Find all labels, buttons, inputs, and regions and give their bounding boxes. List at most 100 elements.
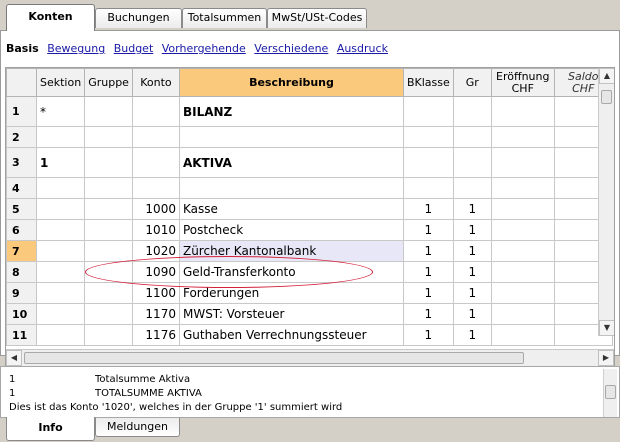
table-row[interactable]: 9 1100 Forderungen 1 1	[6, 282, 613, 304]
table-row[interactable]: 5 1000 Kasse 1 1	[6, 198, 613, 220]
scroll-down-icon[interactable]: ▼	[599, 320, 614, 336]
cell-gr[interactable]: 1	[452, 282, 492, 304]
column-header-bklasse[interactable]: BKlasse	[402, 68, 454, 97]
view-bewegung[interactable]: Bewegung	[47, 42, 105, 55]
scroll-left-icon[interactable]: ◀	[6, 350, 22, 366]
cell-bklasse[interactable]	[402, 147, 454, 178]
cell-beschreibung[interactable]: BILANZ	[178, 96, 404, 127]
tab-konten[interactable]: Konten	[6, 4, 95, 31]
cell-konto[interactable]	[131, 96, 180, 127]
view-budget[interactable]: Budget	[114, 42, 154, 55]
tab-meldungen[interactable]: Meldungen	[95, 418, 180, 437]
view-verschiedene[interactable]: Verschiedene	[254, 42, 328, 55]
vertical-scrollbar[interactable]: ▲ ▼	[598, 68, 614, 336]
cell-gr[interactable]	[452, 147, 492, 178]
row-number[interactable]: 4	[6, 177, 37, 199]
table-row[interactable]: 3 1 AKTIVA	[6, 147, 613, 178]
table-row[interactable]: 1 * BILANZ	[6, 96, 613, 127]
cell-beschreibung[interactable]: Postcheck	[178, 219, 404, 241]
row-number[interactable]: 11	[6, 324, 37, 346]
view-basis[interactable]: Basis	[6, 42, 39, 55]
cell-bklasse[interactable]: 1	[402, 303, 454, 325]
cell-gruppe[interactable]	[84, 261, 133, 283]
cell-gr[interactable]: 1	[452, 324, 492, 346]
cell-eroeffnung[interactable]	[490, 261, 555, 283]
table-row[interactable]: 10 1170 MWST: Vorsteuer 1 1	[6, 303, 613, 325]
row-number[interactable]: 6	[6, 219, 37, 241]
cell-eroeffnung[interactable]	[490, 282, 555, 304]
cell-sektion[interactable]	[35, 261, 86, 283]
cell-bklasse[interactable]: 1	[402, 240, 454, 262]
cell-konto[interactable]: 1000	[131, 198, 180, 220]
row-number[interactable]: 10	[6, 303, 37, 325]
row-number[interactable]: 1	[6, 96, 37, 127]
cell-beschreibung[interactable]: Zürcher Kantonalbank	[178, 240, 404, 262]
cell-beschreibung[interactable]: Guthaben Verrechnungssteuer	[178, 324, 404, 346]
cell-gr[interactable]: 1	[452, 219, 492, 241]
table-row[interactable]: 8 1090 Geld-Transferkonto 1 1	[6, 261, 613, 283]
cell-gruppe[interactable]	[84, 240, 133, 262]
row-number[interactable]: 3	[6, 147, 37, 178]
cell-beschreibung[interactable]	[178, 177, 404, 199]
cell-sektion[interactable]	[35, 282, 86, 304]
column-header-konto[interactable]: Konto	[131, 68, 180, 97]
cell-sektion[interactable]	[35, 324, 86, 346]
cell-bklasse[interactable]: 1	[402, 261, 454, 283]
cell-gr[interactable]: 1	[452, 261, 492, 283]
cell-konto[interactable]: 1170	[131, 303, 180, 325]
column-header-sektion[interactable]: Sektion	[35, 68, 86, 97]
cell-gr[interactable]: 1	[452, 198, 492, 220]
cell-gruppe[interactable]	[84, 147, 133, 178]
cell-bklasse[interactable]	[402, 96, 454, 127]
cell-eroeffnung[interactable]	[490, 177, 555, 199]
cell-konto[interactable]: 1020	[131, 240, 180, 262]
cell-konto[interactable]	[131, 147, 180, 178]
horizontal-scroll-thumb[interactable]	[24, 352, 524, 364]
cell-gr[interactable]	[452, 126, 492, 148]
cell-bklasse[interactable]	[402, 177, 454, 199]
row-number[interactable]: 5	[6, 198, 37, 220]
cell-konto[interactable]	[131, 177, 180, 199]
cell-bklasse[interactable]: 1	[402, 324, 454, 346]
row-number[interactable]: 9	[6, 282, 37, 304]
view-vorhergehende[interactable]: Vorhergehende	[162, 42, 246, 55]
tab-mwst-codes[interactable]: MwSt/USt-Codes	[267, 8, 367, 28]
cell-beschreibung[interactable]	[178, 126, 404, 148]
cell-sektion[interactable]	[35, 126, 86, 148]
cell-eroeffnung[interactable]	[490, 240, 555, 262]
cell-eroeffnung[interactable]	[490, 147, 555, 178]
cell-gr[interactable]: 1	[452, 240, 492, 262]
cell-sektion[interactable]: 1	[35, 147, 86, 178]
cell-konto[interactable]: 1176	[131, 324, 180, 346]
scroll-up-icon[interactable]: ▲	[599, 68, 614, 84]
column-header-eroeffnung[interactable]: Eröffnung CHF	[490, 68, 555, 97]
cell-gruppe[interactable]	[84, 219, 133, 241]
row-number[interactable]: 7	[6, 240, 37, 262]
cell-sektion[interactable]: *	[35, 96, 86, 127]
cell-gruppe[interactable]	[84, 126, 133, 148]
table-row[interactable]: 6 1010 Postcheck 1 1	[6, 219, 613, 241]
scroll-right-icon[interactable]: ▶	[598, 350, 614, 366]
cell-gruppe[interactable]	[84, 324, 133, 346]
cell-gr[interactable]: 1	[452, 303, 492, 325]
cell-gr[interactable]	[452, 96, 492, 127]
cell-sektion[interactable]	[35, 240, 86, 262]
cell-sektion[interactable]	[35, 219, 86, 241]
cell-konto[interactable]: 1100	[131, 282, 180, 304]
column-header-beschreibung[interactable]: Beschreibung	[178, 68, 404, 97]
tab-buchungen[interactable]: Buchungen	[95, 8, 182, 28]
cell-sektion[interactable]	[35, 177, 86, 199]
cell-bklasse[interactable]: 1	[402, 282, 454, 304]
cell-beschreibung[interactable]: AKTIVA	[178, 147, 404, 178]
cell-eroeffnung[interactable]	[490, 198, 555, 220]
table-row-selected[interactable]: 7 1020 Zürcher Kantonalbank 1 1	[6, 240, 613, 262]
view-ausdruck[interactable]: Ausdruck	[337, 42, 388, 55]
table-row[interactable]: 2	[6, 126, 613, 148]
tab-totalsummen[interactable]: Totalsummen	[182, 8, 267, 28]
row-number[interactable]: 8	[6, 261, 37, 283]
cell-sektion[interactable]	[35, 303, 86, 325]
table-row[interactable]: 11 1176 Guthaben Verrechnungssteuer 1 1	[6, 324, 613, 346]
info-scroll-thumb[interactable]	[605, 385, 616, 399]
cell-gr[interactable]	[452, 177, 492, 199]
cell-eroeffnung[interactable]	[490, 219, 555, 241]
